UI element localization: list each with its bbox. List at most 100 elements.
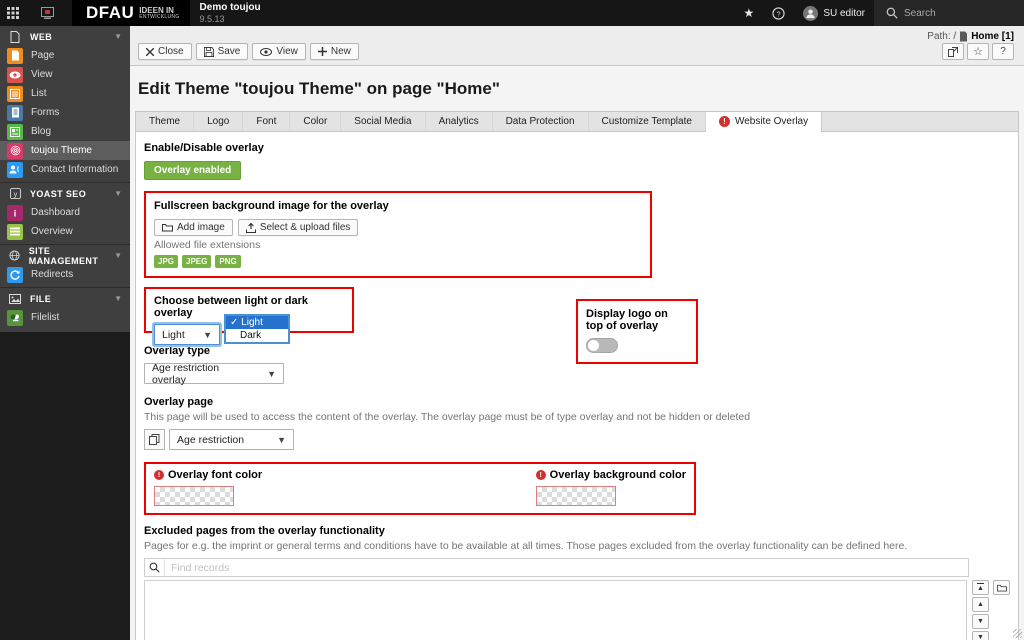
dropdown-option-dark[interactable]: Dark (226, 329, 288, 342)
enable-overlay-label: Enable/Disable overlay (144, 142, 1010, 154)
browse-folder-button[interactable] (993, 580, 1010, 595)
overlay-background-color-field: ! Overlay background color (536, 469, 686, 506)
module-menu-toggle-icon[interactable] (0, 0, 26, 26)
close-button[interactable]: Close (138, 43, 192, 60)
excluded-pages-description: Pages for e.g. the imprint or general te… (144, 540, 1010, 552)
eye-icon (260, 48, 272, 56)
sidebar-item-page[interactable]: Page (0, 46, 130, 65)
theme-module-icon (7, 143, 23, 159)
sidebar-header-file[interactable]: FILE ▼ (0, 289, 130, 308)
select-upload-files-button[interactable]: Select & upload files (238, 219, 359, 236)
site-info: Demo toujou 9.5.13 (200, 2, 261, 24)
user-menu[interactable]: SU editor (794, 0, 874, 26)
chevron-down-icon: ▼ (277, 435, 286, 445)
upload-icon (246, 223, 256, 233)
chevron-down-icon: ▼ (203, 330, 212, 340)
sidebar-item-toujou-theme[interactable]: toujou Theme (0, 141, 130, 160)
sidebar-item-overview[interactable]: Overview (0, 222, 130, 241)
tab-website-overlay[interactable]: ! Website Overlay (706, 112, 822, 132)
sidebar-item-view[interactable]: View (0, 65, 130, 84)
search-label: Search (904, 8, 936, 19)
move-up-button[interactable]: ▲ (972, 597, 989, 612)
overlay-background-color-input[interactable] (536, 486, 616, 506)
sidebar-header-web[interactable]: WEB ▼ (0, 27, 130, 46)
find-records-input[interactable] (165, 562, 968, 574)
move-to-top-button[interactable]: ▲ (972, 580, 989, 595)
dashboard-module-icon: i (7, 205, 23, 221)
view-button[interactable]: View (252, 43, 306, 60)
site-name: Demo toujou (200, 2, 261, 14)
svg-text:?: ? (777, 9, 781, 18)
sidebar-header-yoast-seo[interactable]: y YOAST SEO ▼ (0, 184, 130, 203)
tab-social-media[interactable]: Social Media (341, 112, 425, 131)
tab-data-protection[interactable]: Data Protection (493, 112, 589, 131)
svg-text:y: y (13, 189, 17, 198)
required-alert-icon: ! (536, 470, 546, 480)
tab-alert-icon: ! (719, 116, 730, 127)
sidebar-section-yoast: y YOAST SEO ▼ i Dashboard Overview (0, 183, 130, 245)
overlay-page-label: Overlay page (144, 396, 1010, 408)
blog-module-icon (7, 124, 23, 140)
help-icon[interactable]: ? (763, 0, 794, 26)
font-color-label: Overlay font color (168, 469, 262, 481)
open-in-new-window-button[interactable] (942, 43, 964, 60)
view-module-icon (7, 67, 23, 83)
overlay-font-color-input[interactable] (154, 486, 234, 506)
sidebar-header-site-management[interactable]: SITE MANAGEMENT ▼ (0, 246, 130, 265)
extension-badge: PNG (215, 255, 240, 268)
sidebar-item-blog[interactable]: Blog (0, 122, 130, 141)
username: SU editor (823, 8, 865, 19)
brand-logo: DFAU IDEEN IN ENTWICKLUNG (72, 0, 190, 26)
bookmark-button[interactable]: ☆ (967, 43, 989, 60)
list-module-icon (7, 86, 23, 102)
close-icon (146, 48, 154, 56)
sidebar-item-contact-information[interactable]: Contact Information (0, 160, 130, 179)
monitor-icon[interactable] (34, 0, 60, 26)
breadcrumb-page[interactable]: Home [1] (971, 31, 1014, 42)
add-image-button[interactable]: Add image (154, 219, 233, 236)
save-button[interactable]: Save (196, 43, 249, 60)
tab-bar: Theme Logo Font Color Social Media Analy… (135, 111, 1019, 131)
sidebar-item-filelist[interactable]: Filelist (0, 308, 130, 327)
tab-customize-template[interactable]: Customize Template (589, 112, 706, 131)
excluded-pages-listbox[interactable] (144, 580, 967, 640)
help-button[interactable]: ? (992, 43, 1014, 60)
tab-analytics[interactable]: Analytics (426, 112, 493, 131)
form-panel: Enable/Disable overlay Overlay enabled F… (135, 131, 1019, 640)
sidebar-item-dashboard[interactable]: i Dashboard (0, 203, 130, 222)
light-dark-select[interactable]: Light ▼ (154, 324, 220, 345)
resize-handle[interactable] (1013, 629, 1022, 638)
chevron-down-icon: ▼ (114, 294, 122, 303)
dropdown-option-light[interactable]: ✓ Light (226, 316, 288, 329)
overlay-page-select[interactable]: Age restriction ▼ (169, 429, 294, 450)
page-icon (959, 31, 968, 42)
folder-icon (997, 584, 1007, 592)
annotation-box-background-image: Fullscreen background image for the over… (144, 191, 652, 278)
redirects-module-icon (7, 267, 23, 283)
sidebar: WEB ▼ Page View List Forms Blog (0, 26, 130, 640)
tab-logo[interactable]: Logo (194, 112, 243, 131)
move-to-bottom-button[interactable]: ▼ (972, 631, 989, 640)
sidebar-item-forms[interactable]: Forms (0, 103, 130, 122)
display-logo-toggle[interactable] (586, 338, 618, 353)
sidebar-item-redirects[interactable]: Redirects (0, 265, 130, 284)
record-browser-button[interactable] (144, 429, 165, 450)
breadcrumb: Path: / Home [1] (927, 31, 1014, 42)
site-version: 9.5.13 (200, 14, 261, 24)
tab-font[interactable]: Font (243, 112, 290, 131)
chevron-down-icon: ▼ (114, 251, 122, 260)
move-down-button[interactable]: ▼ (972, 614, 989, 629)
folder-icon (162, 223, 173, 232)
overlay-enabled-toggle-button[interactable]: Overlay enabled (144, 161, 241, 180)
sidebar-section-file: FILE ▼ Filelist (0, 288, 130, 330)
page-module-icon (7, 48, 23, 64)
tab-theme[interactable]: Theme (136, 112, 194, 131)
sidebar-item-list[interactable]: List (0, 84, 130, 103)
toolbar-search[interactable]: Search (874, 0, 1024, 26)
bookmark-star-icon[interactable]: ★ (735, 0, 764, 26)
tab-color[interactable]: Color (290, 112, 341, 131)
image-icon (8, 294, 22, 304)
overlay-type-select[interactable]: Age restriction overlay ▼ (144, 363, 284, 384)
find-records-field (144, 558, 969, 577)
new-button[interactable]: New (310, 43, 359, 60)
